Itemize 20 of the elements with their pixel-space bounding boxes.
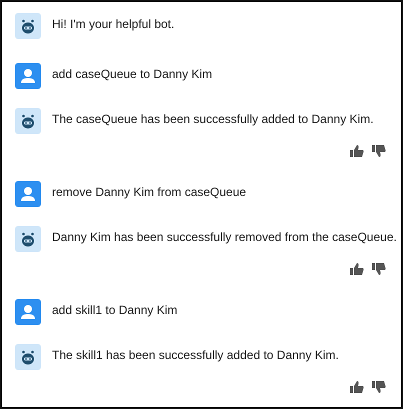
user-avatar-icon [15, 63, 41, 89]
thumbs-up-icon[interactable] [350, 381, 364, 393]
message-text: add caseQueue to Danny Kim [52, 67, 212, 81]
message-text: Danny Kim has been successfully removed from the caseQueue. [52, 230, 397, 244]
message-text: The caseQueue has been successfully added to Danny Kim. [52, 112, 374, 126]
bot-avatar-icon [15, 226, 41, 252]
thumbs-down-icon[interactable] [372, 381, 386, 393]
thumbs-up-icon[interactable] [350, 145, 364, 157]
bot-avatar-icon [15, 344, 41, 370]
user-avatar-icon [15, 299, 41, 325]
message-text: remove Danny Kim from caseQueue [52, 185, 246, 199]
thumbs-up-icon[interactable] [350, 263, 364, 275]
bot-avatar-icon [15, 13, 41, 39]
message-text: add skill1 to Danny Kim [52, 303, 178, 317]
user-avatar-icon [15, 181, 41, 207]
thumbs-down-icon[interactable] [372, 263, 386, 275]
message-text: The skill1 has been successfully added to Danny Kim. [52, 348, 339, 362]
thumbs-down-icon[interactable] [372, 145, 386, 157]
message-text: Hi! I'm your helpful bot. [52, 17, 174, 31]
bot-avatar-icon [15, 108, 41, 134]
